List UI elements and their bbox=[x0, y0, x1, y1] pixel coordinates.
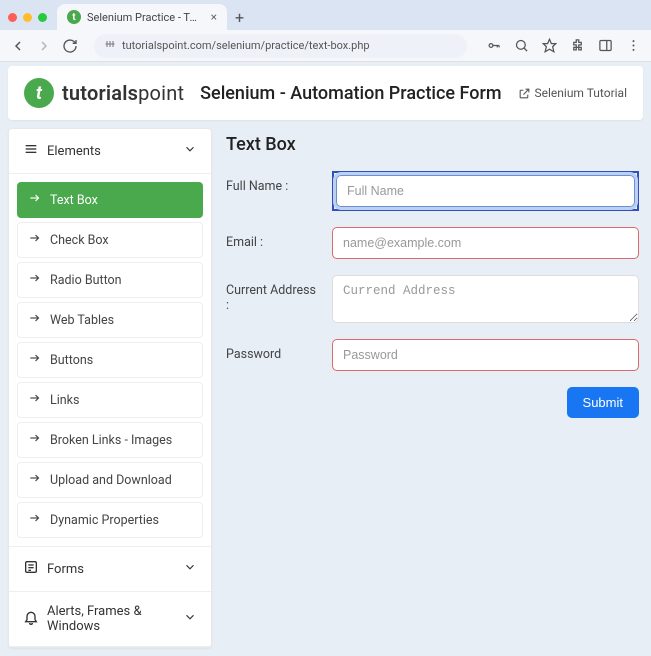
sidebar-item-label: Check Box bbox=[50, 233, 109, 248]
accordion-alerts[interactable]: Alerts, Frames & Windows bbox=[9, 592, 211, 647]
sidebar-item-text-box[interactable]: Text Box bbox=[17, 182, 203, 218]
form-heading: Text Box bbox=[226, 134, 639, 155]
arrow-right-icon bbox=[28, 231, 42, 249]
bell-icon bbox=[23, 609, 39, 629]
arrow-right-icon bbox=[28, 431, 42, 449]
address-textarea[interactable] bbox=[332, 275, 639, 323]
submit-button[interactable]: Submit bbox=[567, 387, 639, 418]
window-controls bbox=[8, 13, 47, 22]
logo[interactable]: t tutorialspoint bbox=[24, 78, 184, 108]
chevron-down-icon bbox=[183, 560, 197, 578]
form-area: Text Box Full Name : Email : Current Add… bbox=[222, 128, 643, 424]
tab-title: Selenium Practice - Text Box bbox=[87, 11, 201, 24]
window-maximize[interactable] bbox=[38, 13, 47, 22]
label-password: Password bbox=[226, 339, 322, 362]
arrow-right-icon bbox=[28, 311, 42, 329]
sidebar-item-label: Upload and Download bbox=[50, 473, 172, 488]
form-icon bbox=[23, 559, 39, 579]
sidebar-item-label: Dynamic Properties bbox=[50, 513, 159, 528]
sidebar-item-dynamic-properties[interactable]: Dynamic Properties bbox=[17, 502, 203, 538]
close-tab-icon[interactable]: × bbox=[211, 10, 217, 24]
url-bar[interactable]: tutorialspoint.com/selenium/practice/tex… bbox=[94, 34, 467, 58]
arrow-right-icon bbox=[28, 391, 42, 409]
sidebar-item-label: Radio Button bbox=[50, 273, 122, 288]
sidebar-item-links[interactable]: Links bbox=[17, 382, 203, 418]
sidebar-item-web-tables[interactable]: Web Tables bbox=[17, 302, 203, 338]
sidebar-item-label: Text Box bbox=[50, 193, 98, 208]
sidebar: Elements Text Box Check Box Radio Button… bbox=[8, 128, 212, 648]
external-link-icon bbox=[518, 87, 531, 100]
accordion-title: Elements bbox=[47, 144, 101, 159]
chevron-down-icon bbox=[183, 142, 197, 160]
sidebar-item-buttons[interactable]: Buttons bbox=[17, 342, 203, 378]
password-icon[interactable] bbox=[485, 38, 501, 54]
arrow-right-icon bbox=[28, 471, 42, 489]
browser-tab[interactable]: t Selenium Practice - Text Box × bbox=[57, 4, 227, 30]
email-input[interactable] bbox=[332, 227, 639, 259]
zoom-icon[interactable] bbox=[513, 38, 529, 54]
accordion-elements[interactable]: Elements bbox=[9, 129, 211, 174]
chevron-down-icon bbox=[183, 610, 197, 628]
back-button[interactable] bbox=[10, 38, 26, 54]
url-text: tutorialspoint.com/selenium/practice/tex… bbox=[122, 39, 370, 52]
logo-mark-icon: t bbox=[24, 78, 54, 108]
sidebar-item-label: Broken Links - Images bbox=[50, 433, 172, 448]
extensions-icon[interactable] bbox=[569, 38, 585, 54]
browser-toolbar: tutorialspoint.com/selenium/practice/tex… bbox=[0, 30, 651, 62]
fullname-focus-ring bbox=[332, 171, 639, 211]
arrow-right-icon bbox=[28, 191, 42, 209]
label-email: Email : bbox=[226, 227, 322, 250]
arrow-right-icon bbox=[28, 271, 42, 289]
browser-tab-strip: t Selenium Practice - Text Box × + bbox=[0, 0, 651, 30]
label-address: Current Address : bbox=[226, 275, 322, 313]
password-input[interactable] bbox=[332, 339, 639, 371]
new-tab-button[interactable]: + bbox=[235, 8, 244, 27]
sidebar-item-broken-links[interactable]: Broken Links - Images bbox=[17, 422, 203, 458]
label-fullname: Full Name : bbox=[226, 171, 322, 194]
sidebar-item-label: Web Tables bbox=[50, 313, 114, 328]
sidebar-item-radio-button[interactable]: Radio Button bbox=[17, 262, 203, 298]
sidepanel-icon[interactable] bbox=[597, 38, 613, 54]
page-title: Selenium - Automation Practice Form bbox=[198, 83, 503, 104]
bookmark-icon[interactable] bbox=[541, 38, 557, 54]
forward-button[interactable] bbox=[36, 38, 52, 54]
sidebar-item-label: Links bbox=[50, 393, 79, 408]
favicon-icon: t bbox=[67, 10, 81, 24]
menu-icon[interactable] bbox=[625, 38, 641, 54]
sidebar-item-label: Buttons bbox=[50, 353, 93, 368]
tutorial-link[interactable]: Selenium Tutorial bbox=[518, 86, 628, 100]
sidebar-item-check-box[interactable]: Check Box bbox=[17, 222, 203, 258]
logo-text: tutorialspoint bbox=[62, 81, 184, 105]
window-close[interactable] bbox=[8, 13, 17, 22]
arrow-right-icon bbox=[28, 351, 42, 369]
site-info-icon[interactable] bbox=[104, 38, 116, 53]
accordion-title: Forms bbox=[47, 562, 84, 577]
fullname-input[interactable] bbox=[336, 175, 635, 207]
window-minimize[interactable] bbox=[23, 13, 32, 22]
arrow-right-icon bbox=[28, 511, 42, 529]
site-header: t tutorialspoint Selenium - Automation P… bbox=[8, 66, 643, 120]
reload-button[interactable] bbox=[62, 38, 78, 54]
accordion-forms[interactable]: Forms bbox=[9, 546, 211, 592]
nav-list-elements: Text Box Check Box Radio Button Web Tabl… bbox=[9, 174, 211, 546]
accordion-title: Alerts, Frames & Windows bbox=[47, 604, 167, 634]
sidebar-item-upload-download[interactable]: Upload and Download bbox=[17, 462, 203, 498]
menu-icon bbox=[23, 141, 39, 161]
